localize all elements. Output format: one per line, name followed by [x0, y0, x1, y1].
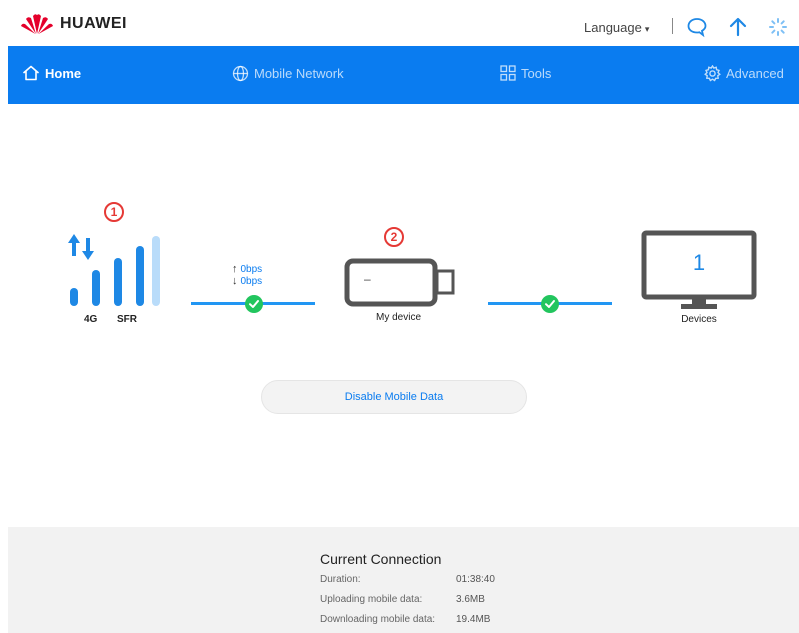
top-header: HUAWEI Language ▾ [0, 0, 799, 46]
step-badge-2: 2 [384, 227, 404, 247]
brand-name: HUAWEI [60, 15, 127, 32]
download-data-row: Downloading mobile data: 19.4MB [320, 614, 540, 625]
gear-icon [704, 65, 721, 82]
message-icon[interactable] [686, 16, 708, 38]
operator-name: SFR [117, 314, 137, 325]
upload-arrow-icon[interactable] [727, 16, 749, 38]
nav-home[interactable]: Home [22, 65, 81, 81]
header-divider [672, 18, 673, 34]
nav-mobile-network-label: Mobile Network [254, 66, 344, 81]
upload-data-row: Uploading mobile data: 3.6MB [320, 594, 540, 605]
down-arrow-icon: ↓ [232, 275, 238, 287]
device-screen-text: – [364, 272, 371, 286]
download-data-label: Downloading mobile data: [320, 614, 436, 625]
check-icon [245, 295, 263, 313]
globe-icon [232, 65, 249, 82]
nav-home-label: Home [45, 65, 82, 81]
nav-advanced[interactable]: Advanced [704, 65, 784, 82]
main-nav: Home Mobile Network Tools Advanced [8, 46, 799, 104]
devices-count[interactable]: 1 [641, 250, 757, 276]
huawei-flower-icon [21, 14, 53, 34]
upload-speed: ↑ 0bps [232, 263, 263, 276]
nav-tools[interactable]: Tools [500, 65, 551, 81]
nav-tools-label: Tools [521, 65, 552, 81]
loading-spinner-icon[interactable] [767, 16, 789, 38]
devices-label: Devices [681, 314, 717, 325]
network-type: 4G [84, 314, 98, 325]
nav-advanced-label: Advanced [726, 66, 784, 81]
download-speed-value: 0bps [240, 276, 263, 287]
language-label: Language [584, 20, 642, 35]
signal-strength-icon [68, 234, 160, 306]
home-icon [22, 65, 40, 81]
up-arrow-icon: ↑ [232, 263, 238, 275]
tools-grid-icon [500, 65, 516, 81]
caret-down-icon: ▾ [644, 24, 650, 34]
upload-speed-value: 0bps [240, 264, 263, 275]
duration-label: Duration: [320, 574, 361, 585]
device-label: My device [376, 312, 422, 323]
step-badge-1: 1 [104, 202, 124, 222]
duration-value: 01:38:40 [456, 574, 495, 585]
disable-mobile-data-button[interactable]: Disable Mobile Data [261, 380, 527, 414]
language-selector[interactable]: Language ▾ [584, 20, 649, 35]
current-connection-panel: Current Connection Duration: 01:38:40 Up… [8, 527, 799, 633]
nav-mobile-network[interactable]: Mobile Network [232, 65, 344, 82]
huawei-logo[interactable]: HUAWEI [20, 13, 127, 35]
usb-modem-icon [344, 258, 455, 307]
upload-data-label: Uploading mobile data: [320, 594, 423, 605]
download-data-value: 19.4MB [456, 614, 491, 625]
check-icon [541, 295, 559, 313]
duration-row: Duration: 01:38:40 [320, 574, 540, 585]
current-connection-title: Current Connection [320, 551, 442, 567]
upload-data-value: 3.6MB [456, 594, 485, 605]
download-speed: ↓ 0bps [232, 275, 263, 288]
